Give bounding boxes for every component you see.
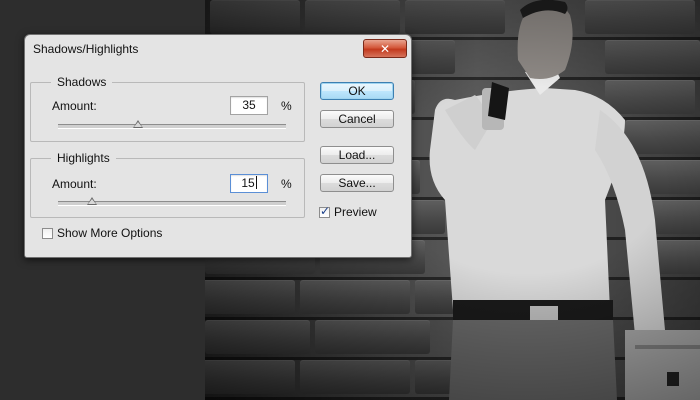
text-caret bbox=[255, 176, 257, 189]
highlights-amount-value: 15 bbox=[241, 176, 255, 190]
shadows-amount-value: 35 bbox=[242, 98, 256, 112]
shadows-percent-sign: % bbox=[281, 99, 292, 113]
shadows-amount-label: Amount: bbox=[52, 99, 97, 113]
cancel-button[interactable]: Cancel bbox=[320, 110, 394, 128]
highlights-amount-input[interactable]: 15 bbox=[230, 174, 268, 193]
close-icon: ✕ bbox=[379, 41, 391, 56]
highlights-slider-thumb[interactable] bbox=[87, 197, 98, 205]
shadows-slider-thumb[interactable] bbox=[132, 120, 143, 128]
save-button[interactable]: Save... bbox=[320, 174, 394, 192]
dialog-titlebar[interactable]: Shadows/Highlights ✕ bbox=[25, 35, 411, 61]
show-more-options-checkbox[interactable] bbox=[42, 228, 53, 239]
dialog-title: Shadows/Highlights bbox=[33, 42, 139, 56]
shadows-amount-input[interactable]: 35 bbox=[230, 96, 268, 115]
shadows-legend: Shadows bbox=[51, 75, 113, 89]
shadows-group: Shadows Amount: 35 % bbox=[30, 75, 305, 142]
highlights-percent-sign: % bbox=[281, 177, 292, 191]
shadows-slider-track[interactable] bbox=[58, 124, 286, 129]
close-button[interactable]: ✕ bbox=[363, 39, 407, 58]
shadows-highlights-dialog: Shadows/Highlights ✕ Shadows Amount: 35 … bbox=[24, 34, 412, 258]
load-button[interactable]: Load... bbox=[320, 146, 394, 164]
show-more-options-label[interactable]: Show More Options bbox=[57, 226, 162, 240]
highlights-group: Highlights Amount: 15 % bbox=[30, 151, 305, 218]
ok-button[interactable]: OK bbox=[320, 82, 394, 100]
highlights-amount-label: Amount: bbox=[52, 177, 97, 191]
preview-checkbox[interactable] bbox=[319, 204, 330, 218]
preview-label[interactable]: Preview bbox=[334, 205, 377, 219]
highlights-legend: Highlights bbox=[51, 151, 116, 165]
